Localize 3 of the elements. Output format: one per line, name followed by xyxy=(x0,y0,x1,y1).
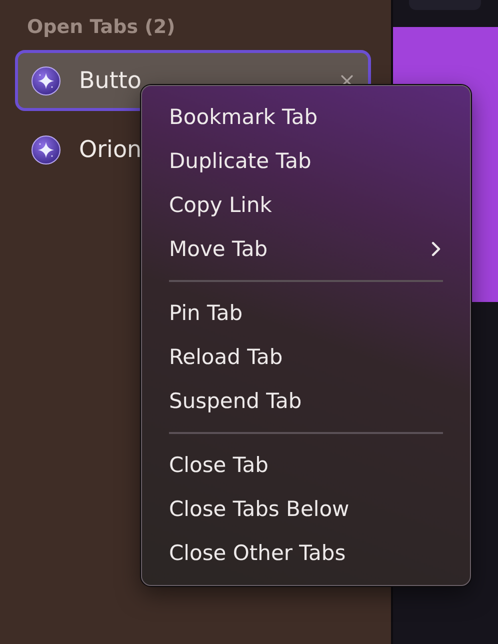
tab-title: Orion xyxy=(79,136,142,162)
tab-title: Butto xyxy=(79,68,142,94)
section-heading: Open Tabs (2) xyxy=(26,16,176,38)
